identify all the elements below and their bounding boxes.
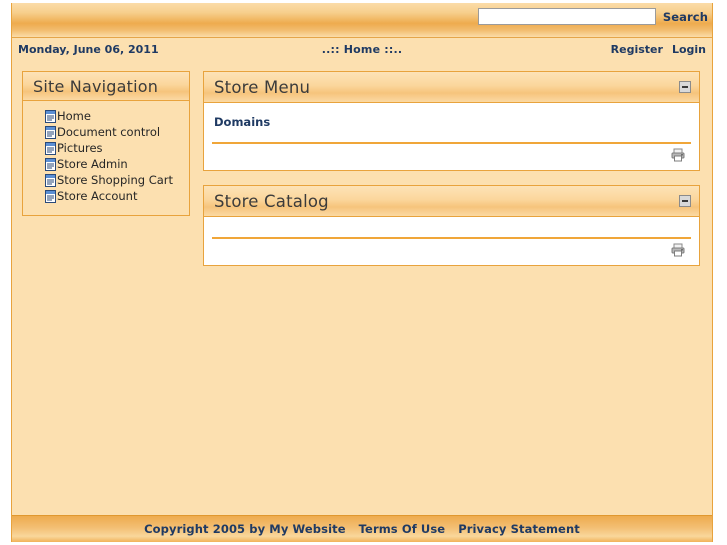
sub-header-bar: Monday, June 06, 2011 ..:: Home ::.. Reg… [12,38,712,61]
site-navigation-body: Home Document control Pictures Store Adm… [23,101,189,215]
document-icon [45,173,56,187]
site-navigation-panel: Site Navigation Home Document control Pi… [22,71,190,216]
search-area: Search [477,8,708,25]
terms-of-use-link[interactable]: Terms Of Use [359,522,446,536]
page-footer: Copyright 2005 by My Website Terms Of Us… [12,515,712,542]
document-icon [45,189,56,203]
document-icon [45,141,56,155]
copyright-text: Copyright 2005 by My Website [144,522,346,536]
breadcrumb: ..:: Home ::.. [321,43,403,56]
store-menu-panel: Store Menu Domains [203,71,700,171]
page-frame: Search Monday, June 06, 2011 ..:: Home :… [11,3,713,542]
store-menu-body: Domains [204,103,699,170]
store-menu-title: Store Menu [214,77,311,97]
store-catalog-footer [204,239,699,265]
list-item[interactable]: Document control [45,125,189,139]
sidebar-item-pictures[interactable]: Pictures [57,141,103,155]
privacy-statement-link[interactable]: Privacy Statement [458,522,580,536]
document-icon [45,125,56,139]
sidebar-item-document-control[interactable]: Document control [57,125,160,139]
list-item[interactable]: Store Account [45,189,189,203]
store-menu-footer [204,144,699,170]
list-item[interactable]: Store Admin [45,157,189,171]
header-search-band: Search [12,3,712,38]
list-item[interactable]: Home [45,109,189,123]
login-link[interactable]: Login [672,43,706,56]
site-navigation-list: Home Document control Pictures Store Adm… [23,109,189,203]
site-navigation-header: Site Navigation [23,72,189,101]
store-menu-links: Domains [204,111,699,130]
store-catalog-body [204,217,699,265]
main-column: Store Menu Domains Store Catalog [203,71,700,280]
printer-icon[interactable] [671,243,685,257]
sidebar-item-store-account[interactable]: Store Account [57,189,137,203]
store-catalog-title: Store Catalog [214,191,329,211]
list-item[interactable]: Pictures [45,141,189,155]
register-link[interactable]: Register [611,43,663,56]
sidebar-column: Site Navigation Home Document control Pi… [22,71,190,230]
store-catalog-header: Store Catalog [204,186,699,217]
search-button[interactable]: Search [663,10,708,24]
sidebar-item-store-admin[interactable]: Store Admin [57,157,128,171]
sidebar-item-home[interactable]: Home [57,109,91,123]
store-menu-header: Store Menu [204,72,699,103]
site-navigation-title: Site Navigation [33,76,159,96]
minus-icon[interactable] [679,81,691,93]
minus-icon[interactable] [679,195,691,207]
search-input[interactable] [477,8,656,25]
domains-link[interactable]: Domains [214,115,270,129]
auth-links: Register Login [611,43,706,56]
sidebar-item-store-shopping-cart[interactable]: Store Shopping Cart [57,173,173,187]
document-icon [45,157,56,171]
printer-icon[interactable] [671,148,685,162]
store-catalog-panel: Store Catalog [203,185,700,266]
store-catalog-links [204,225,699,229]
list-item[interactable]: Store Shopping Cart [45,173,189,187]
main-content: Site Navigation Home Document control Pi… [12,61,712,515]
document-icon [45,109,56,123]
